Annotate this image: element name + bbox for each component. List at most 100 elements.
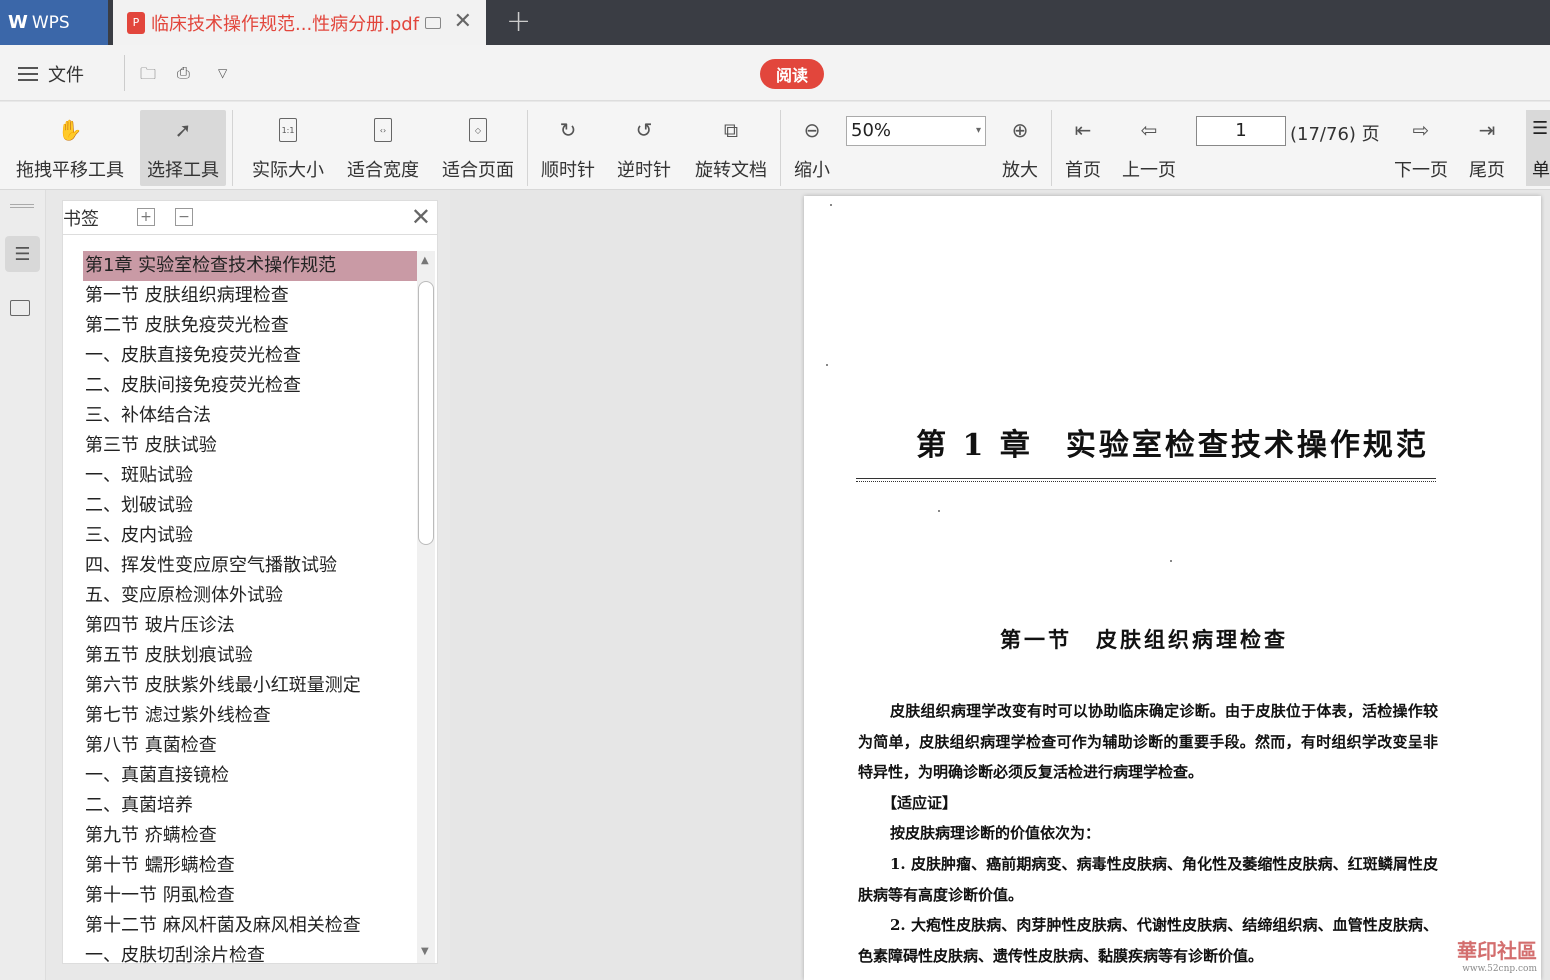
menu-bar: 文件 🗀 ⎙ ▽ 阅读: [0, 45, 1550, 101]
rotate-document-button[interactable]: ⧉ 旋转文档: [690, 110, 772, 186]
bookmark-item[interactable]: 三、皮内试验: [83, 521, 417, 551]
clockwise-label: 顺时针: [541, 160, 595, 181]
previous-page-button[interactable]: ⇦ 上一页: [1118, 110, 1180, 186]
bookmark-item[interactable]: 一、斑贴试验: [83, 461, 417, 491]
open-folder-icon[interactable]: 🗀: [140, 63, 156, 90]
first-page-label: 首页: [1065, 160, 1101, 181]
rotate-clockwise-button[interactable]: ↻ 顺时针: [536, 110, 600, 186]
bookmark-item[interactable]: 二、划破试验: [83, 491, 417, 521]
read-mode-button[interactable]: 阅读: [760, 59, 824, 89]
collapse-all-icon[interactable]: −: [175, 208, 193, 226]
bookmark-item[interactable]: 第五节 皮肤划痕试验: [83, 641, 417, 671]
toolbar: ✋ 拖拽平移工具 ➚ 选择工具 1:1 实际大小 ‹› 适合宽度 ◇ 适合页面 …: [0, 102, 1550, 190]
document-tab-title: 临床技术操作规范...性病分册.pdf: [151, 13, 420, 35]
quick-access-dropdown-icon[interactable]: ▽: [218, 66, 227, 80]
bookmark-item[interactable]: 第一节 皮肤组织病理检查: [83, 281, 417, 311]
fit-page-icon: ◇: [469, 118, 487, 142]
page-speck: [938, 510, 940, 512]
bookmark-panel-header: 书签 + − ✕: [63, 201, 437, 235]
new-tab-button[interactable]: +: [506, 4, 531, 39]
bookmark-item[interactable]: 一、皮肤直接免疫荧光检查: [83, 341, 417, 371]
zoom-in-label: 放大: [1002, 160, 1038, 181]
bookmark-item[interactable]: 第1章 实验室检查技术操作规范: [83, 251, 417, 281]
zoom-in-button[interactable]: ⊕ 放大: [996, 110, 1044, 186]
bookmark-panel-title: 书签: [63, 208, 99, 230]
panel-grip-icon: [10, 204, 34, 208]
single-page-button[interactable]: ☰ 单: [1526, 110, 1550, 186]
single-page-icon: ☰: [1532, 118, 1549, 139]
file-menu-button[interactable]: 文件: [18, 61, 84, 87]
first-page-icon: ⇤: [1074, 118, 1092, 142]
bookmark-item[interactable]: 一、真菌直接镜检: [83, 761, 417, 791]
bookmark-item[interactable]: 第六节 皮肤紫外线最小红斑量测定: [83, 671, 417, 701]
document-tab[interactable]: P 临床技术操作规范...性病分册.pdf ✕: [113, 0, 486, 45]
bookmark-item[interactable]: 二、皮肤间接免疫荧光检查: [83, 371, 417, 401]
zoom-level-select[interactable]: 50% ▾: [846, 116, 986, 146]
app-name: WPS: [31, 12, 70, 33]
pdf-page: 第 1 章 实验室检查技术操作规范 第一节 皮肤组织病理检查 皮肤组织病理学改变…: [804, 196, 1541, 980]
paragraph: 1. 皮肤肿瘤、癌前期病变、病毒性皮肤病、角化性及萎缩性皮肤病、红斑鳞屑性皮肤病…: [858, 854, 1438, 904]
select-tool-button[interactable]: ➚ 选择工具: [140, 110, 226, 186]
cursor-icon: ➚: [174, 118, 192, 142]
pdf-file-icon: P: [127, 11, 145, 34]
next-page-button[interactable]: ⇨ 下一页: [1390, 110, 1452, 186]
chapter-underline: [856, 478, 1436, 482]
page-speck: [830, 204, 832, 206]
bookmark-item[interactable]: 四、挥发性变应原空气播散试验: [83, 551, 417, 581]
close-panel-icon[interactable]: ✕: [411, 203, 431, 231]
paragraph: 按皮肤病理诊断的价值依次为：: [890, 824, 1101, 843]
rotate-clockwise-icon: ↻: [559, 118, 577, 142]
page-speck: [1170, 560, 1172, 562]
close-tab-icon[interactable]: ✕: [454, 9, 472, 34]
bookmark-item[interactable]: 一、皮肤切刮涂片检查: [83, 941, 417, 971]
fit-width-label: 适合宽度: [347, 160, 419, 181]
bookmark-item[interactable]: 第十二节 麻风杆菌及麻风相关检查: [83, 911, 417, 941]
bookmark-item[interactable]: 第八节 真菌检查: [83, 731, 417, 761]
fit-page-button[interactable]: ◇ 适合页面: [436, 110, 520, 186]
bookmark-scrollbar[interactable]: ▲ ▼: [417, 251, 435, 963]
bookmark-item[interactable]: 第九节 疥螨检查: [83, 821, 417, 851]
bookmark-list: 第1章 实验室检查技术操作规范 第一节 皮肤组织病理检查 第二节 皮肤免疫荧光检查一…: [83, 251, 417, 971]
wps-home-tab[interactable]: W WPS: [0, 0, 108, 45]
expand-all-icon[interactable]: +: [137, 208, 155, 226]
bookmark-item[interactable]: 三、补体结合法: [83, 401, 417, 431]
zoom-out-button[interactable]: ⊖ 缩小: [788, 110, 836, 186]
bookmark-item[interactable]: 第四节 玻片压诊法: [83, 611, 417, 641]
pan-tool-button[interactable]: ✋ 拖拽平移工具: [10, 110, 130, 186]
page-number-input[interactable]: 1: [1196, 116, 1286, 146]
actual-size-label: 实际大小: [252, 160, 324, 181]
screen-icon[interactable]: [425, 16, 442, 29]
scrollbar-thumb[interactable]: [418, 281, 434, 545]
bookmark-item[interactable]: 第三节 皮肤试验: [83, 431, 417, 461]
fit-width-icon: ‹›: [374, 118, 392, 142]
bookmark-item[interactable]: 第十一节 阴虱检查: [83, 881, 417, 911]
zoom-dropdown-icon: ▾: [975, 125, 981, 136]
pan-tool-label: 拖拽平移工具: [16, 160, 124, 181]
first-page-button[interactable]: ⇤ 首页: [1060, 110, 1106, 186]
hamburger-icon: [18, 67, 38, 81]
actual-size-button[interactable]: 1:1 实际大小: [244, 110, 332, 186]
document-viewport[interactable]: 第 1 章 实验室检查技术操作规范 第一节 皮肤组织病理检查 皮肤组织病理学改变…: [450, 190, 1550, 980]
bookmark-item[interactable]: 第十节 蠕形螨检查: [83, 851, 417, 881]
wps-logo-icon: W: [8, 12, 28, 33]
bookmark-item[interactable]: 第二节 皮肤免疫荧光检查: [83, 311, 417, 341]
scroll-up-icon[interactable]: ▲: [421, 255, 429, 266]
bookmark-panel-toggle[interactable]: ☰: [5, 236, 40, 272]
thumbnail-panel-icon[interactable]: [10, 300, 30, 316]
actual-size-icon: 1:1: [279, 118, 297, 142]
rotate-counterclockwise-button[interactable]: ↺ 逆时针: [612, 110, 676, 186]
bookmark-item[interactable]: 第七节 滤过紫外线检查: [83, 701, 417, 731]
scroll-down-icon[interactable]: ▼: [421, 946, 429, 957]
zoom-in-icon: ⊕: [1011, 118, 1029, 142]
page-body-text: 皮肤组织病理学改变有时可以协助临床确定诊断。由于皮肤位于体表，活检操作较为简单，…: [858, 696, 1438, 971]
bookmark-item[interactable]: 二、真菌培养: [83, 791, 417, 821]
fit-width-button[interactable]: ‹› 适合宽度: [340, 110, 426, 186]
print-icon[interactable]: ⎙: [177, 63, 190, 83]
bookmark-item[interactable]: 五、变应原检测体外试验: [83, 581, 417, 611]
last-page-button[interactable]: ⇥ 尾页: [1464, 110, 1510, 186]
toolbar-divider: [527, 110, 528, 186]
toolbar-divider: [1051, 110, 1052, 186]
page-count: (17/76) 页: [1290, 124, 1380, 145]
select-tool-label: 选择工具: [147, 160, 219, 181]
arrow-right-icon: ⇨: [1412, 118, 1430, 142]
